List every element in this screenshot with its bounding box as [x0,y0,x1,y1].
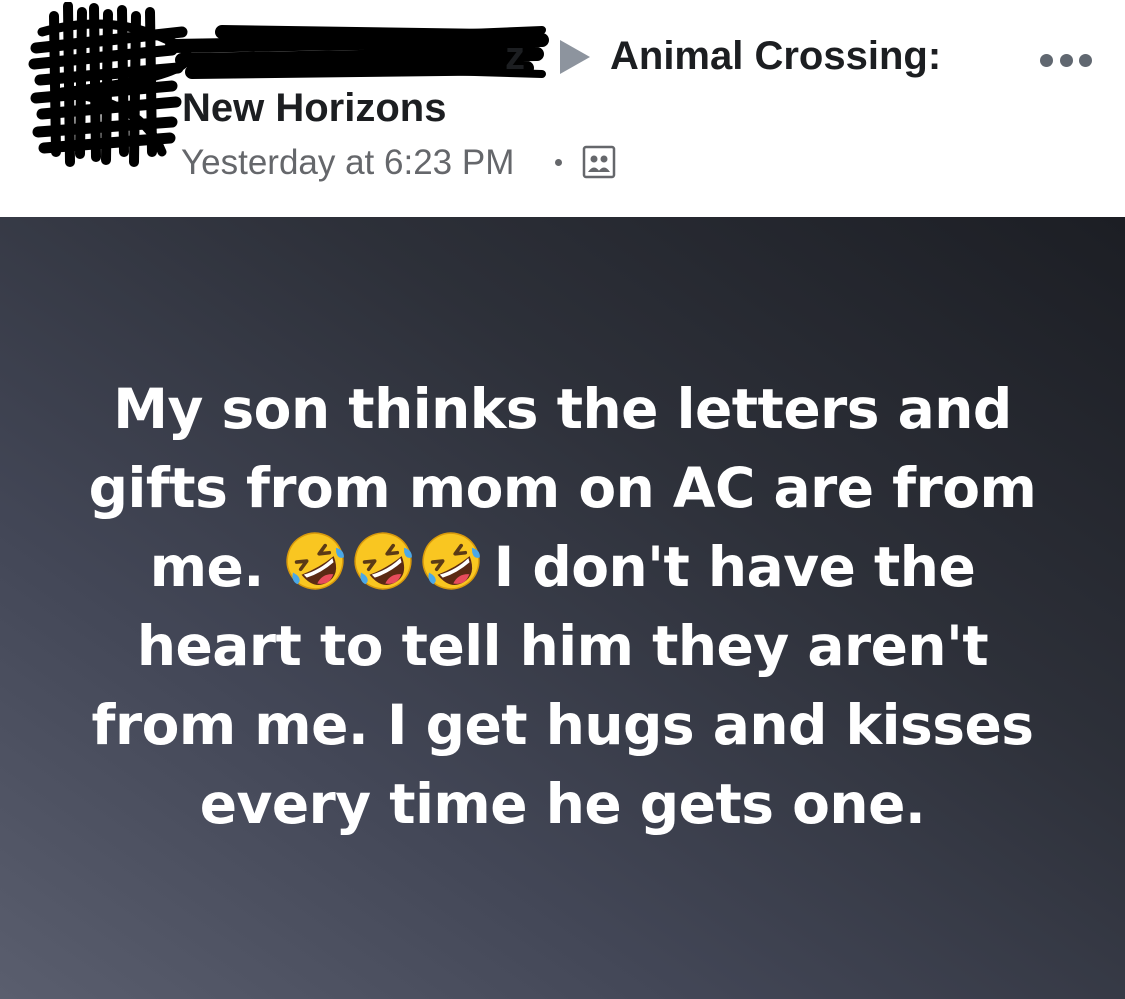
post-line: gifts from mom on AC are from [88,456,1037,520]
author-name[interactable]: z [505,34,525,78]
group-name-continued[interactable]: New Horizons [182,86,446,130]
rolling-on-floor-laughing-icon [418,528,484,594]
post-timestamp[interactable]: Yesterday at 6:23 PM [181,143,514,183]
ellipsis-icon[interactable] [1040,50,1092,70]
post-line-with-emoji: me. I don't have the [40,528,1085,607]
group-name[interactable]: Animal Crossing: [610,34,941,78]
post-line-start: me. [149,535,265,599]
post-line: My son thinks the letters and [113,377,1012,441]
rolling-on-floor-laughing-icon [282,528,348,594]
separator-dot [555,159,562,166]
post-line: every time he gets one. [199,772,926,836]
triangle-right-icon [560,40,590,74]
group-members-icon [582,145,616,179]
post-line: from me. I get hugs and kisses [91,693,1034,757]
post-text: My son thinks the letters and gifts from… [40,370,1085,844]
emoji-group [282,528,484,594]
post-line: heart to tell him they aren't [136,614,989,678]
rolling-on-floor-laughing-icon [350,528,416,594]
post-header: z Animal Crossing: New Horizons Yesterda… [0,0,1125,217]
post-line-end: I don't have the [493,535,976,599]
